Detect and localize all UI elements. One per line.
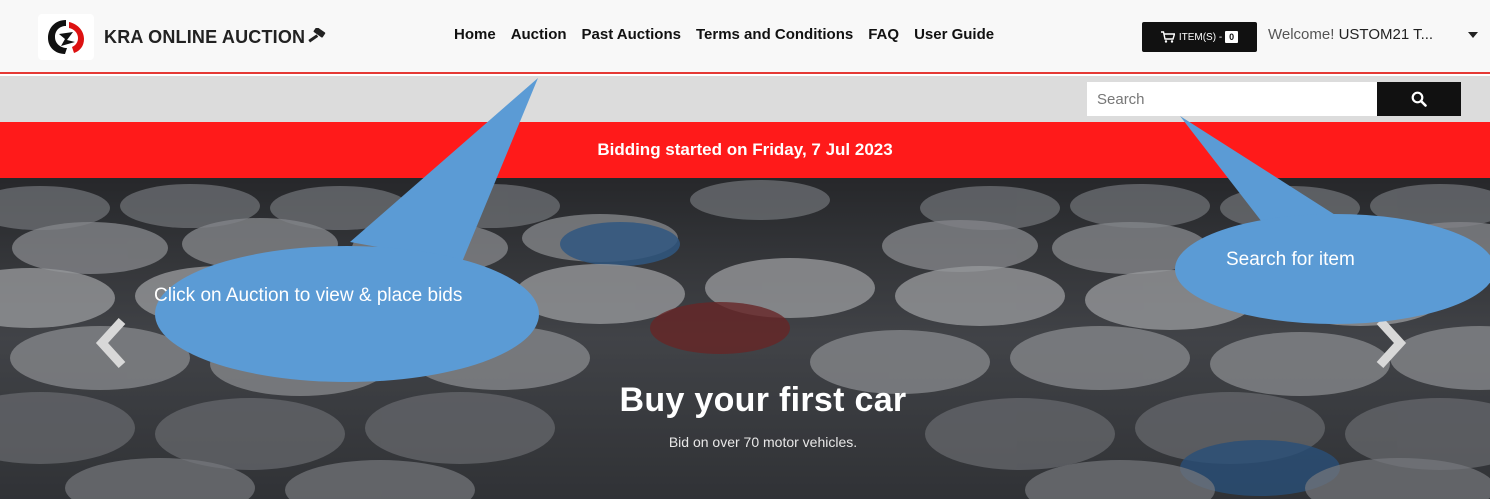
- nav-user-guide[interactable]: User Guide: [914, 26, 994, 43]
- main-nav: Home Auction Past Auctions Terms and Con…: [454, 26, 994, 43]
- bidding-status-text: Bidding started on Friday, 7 Jul 2023: [597, 140, 893, 159]
- nav-terms-and-conditions[interactable]: Terms and Conditions: [696, 26, 853, 43]
- gavel-icon: [308, 27, 326, 43]
- nav-past-auctions[interactable]: Past Auctions: [582, 26, 681, 43]
- search-bar: [0, 76, 1490, 122]
- nav-faq[interactable]: FAQ: [868, 26, 899, 43]
- nav-auction[interactable]: Auction: [511, 26, 567, 43]
- welcome-greeting: Welcome!: [1268, 26, 1335, 43]
- user-menu[interactable]: Welcome! USTOM21 T...: [1268, 26, 1433, 43]
- search-icon: [1411, 91, 1427, 107]
- nav-home[interactable]: Home: [454, 26, 496, 43]
- lion-head-icon: [38, 14, 94, 60]
- brand[interactable]: KRA ONLINE AUCTION: [38, 14, 327, 60]
- bidding-status-banner: Bidding started on Friday, 7 Jul 2023: [0, 122, 1490, 178]
- cart-label: ITEM(S) -: [1178, 31, 1223, 43]
- carousel-prev-icon[interactable]: [92, 315, 132, 371]
- cart-count-badge: 0: [1225, 31, 1239, 43]
- carousel-next-icon[interactable]: [1370, 315, 1410, 371]
- search-input[interactable]: [1087, 82, 1377, 116]
- cart-button[interactable]: ITEM(S) - 0: [1142, 22, 1257, 52]
- auction-callout-text: Click on Auction to view & place bids: [154, 285, 463, 306]
- hero-title: Buy your first car: [619, 381, 907, 419]
- hero-carousel: Buy your first car Bid on over 70 motor …: [0, 178, 1490, 499]
- caret-down-icon[interactable]: [1468, 32, 1478, 38]
- top-navbar: KRA ONLINE AUCTION Home Auction Past Auc…: [0, 0, 1490, 74]
- brand-name: KRA ONLINE AUCTION: [104, 27, 327, 48]
- search-button[interactable]: [1377, 82, 1461, 116]
- search-callout-text: Search for item: [1226, 249, 1355, 270]
- user-name: USTOM21 T...: [1338, 26, 1434, 43]
- hero-subtitle: Bid on over 70 motor vehicles.: [668, 434, 858, 450]
- parking-lot-image: [0, 178, 1490, 499]
- cart-icon: [1160, 31, 1175, 43]
